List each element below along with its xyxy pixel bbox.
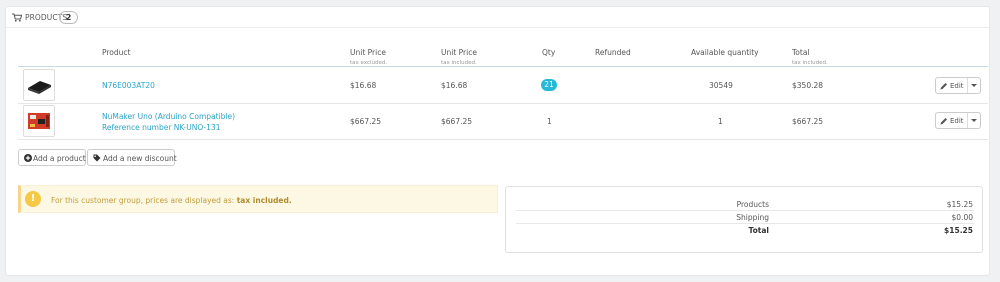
products-label: Products (736, 200, 769, 209)
alert-strong: tax included. (236, 196, 292, 205)
chip-image (28, 81, 51, 94)
cart-icon (12, 13, 22, 22)
available-quantity-value: 30549 (709, 81, 733, 90)
products-count-badge: 2 (59, 11, 78, 24)
pencil-icon (940, 118, 947, 125)
edit-button[interactable]: Edit (935, 112, 981, 129)
header-unit-price-excl: Unit Price (350, 48, 386, 57)
chevron-down-icon[interactable] (971, 119, 977, 122)
available-quantity-value: 1 (718, 117, 723, 126)
warning-icon: ! (25, 191, 41, 207)
panel-heading: PRODUCTS 2 (6, 7, 989, 28)
edit-button[interactable]: Edit (935, 77, 981, 94)
product-link[interactable]: NuMaker Uno (Arduino Compatible) (102, 112, 235, 121)
tax-info-alert: ! For this customer group, prices are di… (18, 185, 498, 213)
unit-price-excl-value: $16.68 (350, 81, 377, 90)
product-thumbnail[interactable] (23, 69, 55, 101)
alert-text: For this customer group, prices are disp… (51, 196, 292, 205)
product-reference[interactable]: Reference number NK-UNO-131 (102, 123, 221, 132)
totals-table: Products $15.25 Shipping $0.00 Total $15… (516, 198, 974, 237)
total-label: Total (748, 226, 770, 235)
qty-badge: 21 (541, 79, 557, 91)
header-total: Total (792, 48, 810, 57)
add-product-label: Add a product (33, 154, 86, 163)
unit-price-excl-value: $667.25 (350, 117, 382, 126)
add-discount-label: Add a new discount (103, 154, 177, 163)
order-totals: Products $15.25 Shipping $0.00 Total $15… (505, 186, 983, 253)
edit-label: Edit (950, 117, 964, 125)
pencil-icon (940, 83, 947, 90)
edit-divider (967, 78, 968, 93)
edit-label: Edit (950, 82, 964, 90)
total-value: $350.28 (792, 81, 824, 90)
row-divider (18, 139, 988, 140)
header-refunded: Refunded (595, 48, 631, 57)
header-unit-price-incl: Unit Price (441, 48, 477, 57)
grand-total-value: $15.25 (944, 226, 973, 235)
products-value: $15.25 (946, 200, 973, 209)
product-link[interactable]: N76E003AT20 (102, 81, 155, 90)
board-image (28, 113, 50, 129)
shipping-value: $0.00 (951, 213, 973, 222)
unit-price-incl-value: $667.25 (441, 117, 473, 126)
header-divider (18, 66, 988, 67)
row-divider (18, 103, 988, 104)
header-available-quantity: Available quantity (691, 48, 759, 57)
product-thumbnail[interactable] (23, 105, 55, 137)
total-value: $667.25 (792, 117, 824, 126)
chevron-down-icon[interactable] (971, 84, 977, 87)
totals-row-products: Products $15.25 (516, 198, 974, 211)
edit-divider (967, 113, 968, 128)
header-qty: Qty (542, 48, 556, 57)
plus-circle-icon (24, 154, 32, 162)
unit-price-incl-value: $16.68 (441, 81, 468, 90)
add-discount-button[interactable]: Add a new discount (87, 149, 177, 166)
tag-icon (93, 154, 101, 162)
shipping-label: Shipping (736, 213, 769, 222)
header-product: Product (102, 48, 131, 57)
qty-value: 1 (547, 117, 552, 126)
totals-row-shipping: Shipping $0.00 (516, 211, 974, 224)
totals-row-total: Total $15.25 (516, 224, 974, 237)
add-product-button[interactable]: Add a product (18, 149, 86, 166)
